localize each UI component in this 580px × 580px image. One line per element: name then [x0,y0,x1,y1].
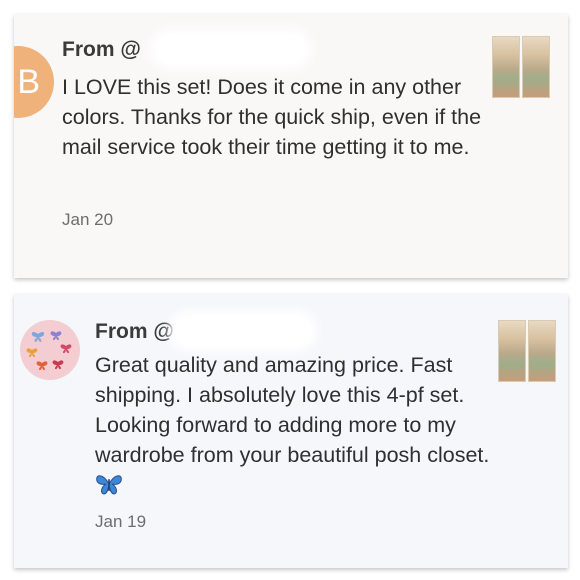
review-message-text: Great quality and amazing price. Fast sh… [95,353,490,467]
review-message: Great quality and amazing price. Fast sh… [95,350,495,500]
review-from[interactable]: From @ [95,320,174,344]
butterfly-emoji [96,475,122,495]
product-photo [498,320,526,382]
butterflies-icon [26,331,72,371]
product-photo [522,36,550,98]
listing-thumbnail[interactable] [492,36,550,98]
avatar-letter: B [17,63,40,101]
listing-thumbnail[interactable] [498,320,556,382]
avatar[interactable]: B [14,46,54,118]
review-date: Jan 20 [62,210,114,229]
review-date: Jan 19 [95,512,147,531]
redacted-username [174,316,312,346]
product-photo [492,36,520,98]
avatar[interactable] [20,320,80,380]
review-card: B From @ I LOVE this set! Does it come i… [14,14,568,278]
redacted-username [156,34,306,64]
product-photo [528,320,556,382]
review-card: From @ Great quality and amazing price. … [14,294,568,568]
review-from[interactable]: From @ [62,38,141,62]
review-message: I LOVE this set! Does it come in any oth… [62,75,482,159]
